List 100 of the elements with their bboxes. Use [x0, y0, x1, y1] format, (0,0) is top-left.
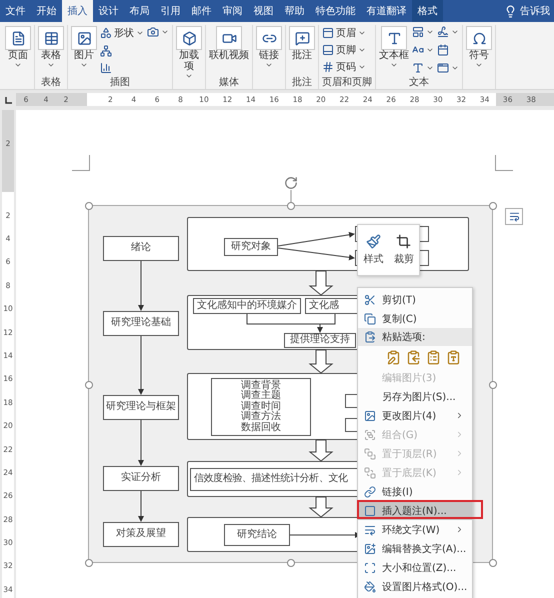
flow-step: 研究理论基础 — [103, 311, 179, 336]
caret-icon — [358, 63, 366, 71]
flow-node: 文化感知中的环境媒介 — [193, 298, 301, 314]
ribbon-tab[interactable]: 有道翻译 — [361, 0, 412, 22]
ribbon-tab[interactable]: 审阅 — [217, 0, 248, 22]
ribbon-button[interactable]: 联机视频 — [209, 26, 249, 61]
paste-merge-icon[interactable] — [406, 350, 421, 364]
copy-icon — [364, 312, 376, 324]
quick-parts-icon — [412, 26, 424, 38]
ribbon-button[interactable] — [147, 26, 169, 38]
paste-format-icon[interactable] — [386, 350, 401, 364]
flow-node: 研究结论 — [224, 524, 290, 546]
toolbar-button[interactable]: 裁剪 — [394, 234, 414, 266]
resize-handle[interactable] — [489, 202, 497, 210]
resize-handle[interactable] — [489, 559, 497, 567]
caret-icon — [14, 61, 22, 69]
toolbar-button[interactable]: 样式 — [363, 234, 384, 266]
menu-item[interactable]: 编辑替换文字(A)... — [358, 539, 472, 558]
paste-picture-icon[interactable] — [426, 350, 441, 364]
menu-item[interactable]: 环绕文字(W) — [358, 520, 472, 539]
format-icon — [364, 580, 376, 592]
block-arrow — [308, 350, 334, 374]
menu-item[interactable]: 链接(I) — [358, 482, 472, 501]
text-box-icon — [386, 30, 402, 46]
ribbon-tab[interactable]: 帮助 — [279, 0, 310, 22]
resize-handle[interactable] — [85, 202, 93, 210]
ribbon-button[interactable]: 加载项 — [176, 26, 202, 80]
crop-icon — [396, 234, 412, 249]
caret-icon — [265, 61, 273, 69]
flow-node: 调查背景 调查主题 调查时间 调查方法 数据回收 — [211, 378, 311, 436]
ribbon-tab[interactable]: 特色功能 — [310, 0, 361, 22]
ribbon-tab[interactable]: 邮件 — [186, 0, 217, 22]
group-label: 批注 — [292, 77, 312, 88]
object-icon — [437, 62, 449, 74]
ribbon-tab[interactable]: 开始 — [31, 0, 62, 22]
footer-icon — [322, 44, 334, 56]
resize-handle[interactable] — [489, 381, 497, 389]
omega-icon — [472, 30, 486, 46]
resize-handle[interactable] — [85, 381, 93, 389]
bring-front-icon — [364, 448, 376, 460]
margin-mark — [72, 155, 90, 171]
resize-handle[interactable] — [287, 202, 295, 210]
caret-icon — [185, 72, 193, 80]
ribbon-button[interactable] — [437, 62, 459, 74]
ribbon-button[interactable] — [412, 62, 434, 74]
caret-icon — [80, 61, 88, 69]
ribbon-button[interactable]: 形状 — [100, 26, 144, 40]
menu-item[interactable]: 设置图片格式(O)... — [358, 577, 472, 596]
tell-me-field[interactable]: 告诉我 — [520, 4, 550, 18]
caret-icon — [161, 28, 169, 36]
tab-stop-icon[interactable] — [4, 96, 12, 104]
caret-icon — [475, 61, 483, 69]
group-label: 插图 — [110, 77, 130, 88]
send-back-icon — [364, 466, 376, 478]
ribbon-tab[interactable]: 引用 — [155, 0, 186, 22]
caret-icon — [426, 64, 434, 72]
paste-text-icon[interactable] — [446, 350, 461, 364]
picture-icon — [364, 410, 376, 422]
ribbon-button[interactable] — [437, 26, 459, 38]
size-icon — [364, 562, 376, 574]
connector-arrow — [138, 336, 144, 395]
caret-icon — [47, 61, 55, 69]
ribbon-tab[interactable]: 布局 — [124, 0, 155, 22]
ribbon-tab[interactable]: 视图 — [248, 0, 279, 22]
clipboard-icon — [364, 331, 376, 343]
group-label: 表格 — [41, 77, 61, 88]
menu-item[interactable]: 更改图片(4) — [358, 406, 472, 425]
ribbon-button[interactable]: 页码 — [322, 60, 366, 74]
caption-icon — [364, 504, 376, 516]
ribbon-tab[interactable]: 格式 — [412, 0, 443, 22]
ribbon-tab[interactable]: 插入 — [62, 0, 93, 22]
ribbon-tab[interactable]: 文件 — [0, 0, 31, 22]
ribbon-button[interactable]: 文本框 — [379, 26, 409, 69]
margin-mark — [495, 155, 513, 171]
layout-options-button[interactable] — [505, 208, 523, 225]
smartart-icon — [100, 45, 112, 57]
resize-handle[interactable] — [287, 559, 295, 567]
wrap-text-icon — [508, 211, 520, 222]
lightbulb-icon — [504, 4, 517, 18]
ribbon-button[interactable] — [412, 26, 434, 38]
group-label: 媒体 — [219, 77, 239, 88]
header-icon — [322, 27, 334, 39]
ribbon-button[interactable]: 页眉 — [322, 26, 366, 40]
flow-step: 对策及展望 — [103, 522, 179, 547]
brush-icon — [366, 234, 381, 249]
ribbon-button[interactable]: 页脚 — [322, 43, 366, 57]
ribbon-tab[interactable]: 设计 — [93, 0, 124, 22]
group-icon — [364, 428, 376, 440]
menu-item[interactable]: 另存为图片(S)... — [358, 387, 472, 406]
resize-handle[interactable] — [85, 559, 93, 567]
connector-arrow — [138, 260, 144, 311]
flow-step: 研究理论与框架 — [103, 395, 179, 420]
flow-step: 实证分析 — [103, 466, 179, 491]
flow-step: 绪论 — [103, 236, 179, 261]
handle-line — [290, 190, 292, 205]
date-icon — [437, 44, 449, 56]
rotate-handle-icon[interactable] — [284, 176, 298, 190]
caret-icon — [426, 28, 434, 36]
connector-arrow — [138, 420, 144, 466]
caret-icon — [451, 64, 459, 72]
